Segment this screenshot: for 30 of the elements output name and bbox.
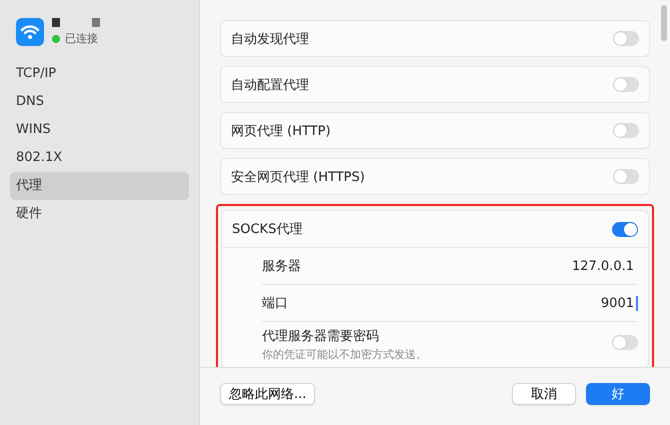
proxy-label: SOCKS代理 bbox=[232, 221, 302, 238]
proxy-label: 自动配置代理 bbox=[231, 76, 309, 94]
toggle-switch[interactable] bbox=[612, 334, 638, 350]
sidebar-item[interactable]: DNS bbox=[10, 88, 189, 116]
toggle-switch[interactable] bbox=[613, 31, 639, 46]
toggle-switch[interactable] bbox=[613, 77, 639, 92]
proxy-label: 安全网页代理 (HTTPS) bbox=[231, 168, 365, 186]
toggle-switch[interactable] bbox=[612, 222, 638, 236]
sidebar-item[interactable]: 硬件 bbox=[10, 200, 189, 228]
redacted-name-mark bbox=[52, 18, 102, 28]
proxy-label: 网页代理 (HTTP) bbox=[231, 122, 331, 140]
toggle-switch[interactable] bbox=[613, 123, 639, 138]
toggle-switch[interactable] bbox=[613, 169, 639, 184]
option-label: 代理服务器需要密码 bbox=[262, 328, 380, 345]
cancel-button[interactable]: 取消 bbox=[512, 382, 576, 404]
sidebar-item[interactable]: 代理 bbox=[10, 172, 189, 200]
input-field[interactable]: 9001 bbox=[600, 296, 638, 310]
ok-button[interactable]: 好 bbox=[586, 382, 650, 404]
ignore-network-button[interactable]: 忽略此网络... bbox=[220, 382, 316, 404]
hint-text: 你的凭证可能以不加密方式发送。 bbox=[262, 347, 427, 362]
sidebar-item[interactable]: 802.1X bbox=[10, 144, 189, 172]
field-label: 服务器 bbox=[262, 258, 301, 275]
input-field[interactable]: 127.0.0.1 bbox=[572, 258, 638, 274]
field-label: 端口 bbox=[262, 295, 288, 312]
scrollbar[interactable] bbox=[661, 5, 667, 41]
sidebar-item[interactable]: WINS bbox=[10, 116, 189, 144]
connection-status: 已连接 bbox=[65, 31, 98, 46]
proxy-label: 自动发现代理 bbox=[231, 30, 309, 48]
sidebar-item[interactable]: TCP/IP bbox=[10, 60, 189, 88]
wifi-icon bbox=[16, 18, 44, 46]
